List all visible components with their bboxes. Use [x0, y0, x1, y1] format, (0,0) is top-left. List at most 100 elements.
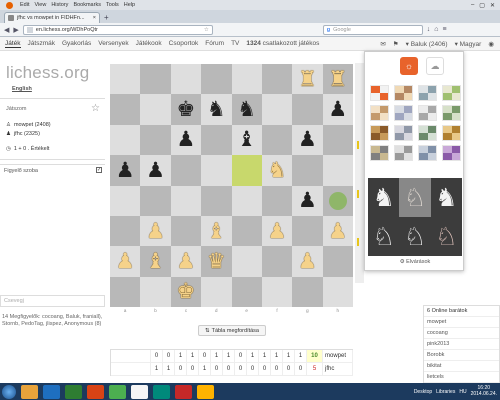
square-a3[interactable]	[110, 215, 141, 247]
board-color-swatch[interactable]	[442, 145, 461, 161]
menu-bookmarks[interactable]: Bookmarks	[73, 2, 101, 8]
black-knight-icon[interactable]: ♞	[207, 99, 226, 120]
square-g1[interactable]	[292, 276, 323, 307]
theme-eye-icon[interactable]: ◉	[488, 40, 494, 48]
square-d3[interactable]: ♝	[201, 215, 232, 247]
board-color-swatch[interactable]	[394, 105, 413, 121]
board-color-swatch[interactable]	[394, 125, 413, 141]
board-color-swatch[interactable]	[370, 85, 389, 101]
square-h7[interactable]: ♟	[322, 94, 353, 125]
board-color-swatch[interactable]	[418, 85, 437, 101]
square-d5[interactable]	[201, 155, 232, 186]
square-b2[interactable]: ♝	[140, 246, 171, 277]
chat-input[interactable]: Csevegj	[0, 295, 105, 307]
square-a5[interactable]: ♟	[110, 155, 141, 186]
menu-history[interactable]: History	[51, 2, 68, 8]
piece-set-option[interactable]: ♘	[368, 217, 399, 256]
square-c8[interactable]	[170, 64, 202, 95]
piece-set-option[interactable]: ♘	[431, 217, 462, 256]
square-b6[interactable]	[140, 124, 171, 156]
board-color-swatch[interactable]	[394, 145, 413, 161]
nav-teams[interactable]: Csoportok	[169, 40, 199, 47]
square-c6[interactable]: ♟	[170, 124, 202, 156]
square-f1[interactable]	[261, 276, 293, 307]
square-d7[interactable]: ♞	[201, 94, 232, 125]
chrome-icon[interactable]	[109, 384, 126, 399]
white-king-icon[interactable]: ♚	[177, 281, 196, 302]
download-icon[interactable]: ↓	[427, 26, 431, 33]
forward-icon[interactable]: ▶	[13, 26, 18, 34]
square-e3[interactable]	[231, 215, 262, 247]
black-king-icon[interactable]: ♚	[177, 99, 196, 120]
online-friend-item[interactable]: Borobk	[424, 350, 499, 361]
square-b1[interactable]	[140, 276, 171, 307]
minimize-icon[interactable]: –	[471, 2, 474, 9]
url-bar[interactable]: en.lichess.org/WDhPoQtr ☆	[22, 24, 213, 35]
online-friend-item[interactable]: lietcels	[424, 372, 499, 383]
firefox-taskbar-icon[interactable]	[87, 384, 104, 399]
square-e2[interactable]	[231, 246, 262, 277]
clock[interactable]: 16:20 2014.06.24.	[471, 385, 497, 397]
language-link[interactable]: English	[12, 86, 32, 92]
bookmark-star-icon[interactable]: ☆	[91, 103, 100, 114]
bookmark-star-icon[interactable]: ☆	[204, 27, 209, 33]
online-friend-item[interactable]: pink2013	[424, 339, 499, 350]
online-friend-item[interactable]: mowpet	[424, 317, 499, 328]
menu-tools[interactable]: Tools	[106, 2, 119, 8]
square-a7[interactable]	[110, 94, 141, 125]
black-player[interactable]: ♟ jfhc (2325)	[6, 131, 40, 137]
black-pawn-icon[interactable]: ♟	[298, 129, 317, 150]
square-e5[interactable]	[231, 155, 262, 186]
square-c2[interactable]: ♟	[170, 246, 202, 277]
ie-icon[interactable]	[43, 384, 60, 399]
nav-tv[interactable]: TV	[231, 40, 239, 47]
notification-icon[interactable]: ⚑	[393, 40, 399, 48]
square-a4[interactable]	[110, 185, 141, 216]
square-b8[interactable]	[140, 64, 171, 95]
score-player-name[interactable]: mowpet	[323, 350, 353, 363]
white-player[interactable]: ♙ mowpet (2408)	[6, 122, 51, 128]
square-a8[interactable]	[110, 64, 141, 95]
board-color-swatch[interactable]	[442, 85, 461, 101]
square-a1[interactable]	[110, 276, 141, 307]
nav-players[interactable]: Játékook	[136, 40, 162, 47]
square-g3[interactable]	[292, 215, 323, 247]
desktop-label[interactable]: Desktop	[414, 389, 432, 395]
square-h1[interactable]	[322, 276, 353, 307]
board-color-swatch[interactable]	[370, 105, 389, 121]
board-color-swatch[interactable]	[442, 105, 461, 121]
notepad-icon[interactable]	[131, 384, 148, 399]
online-friend-item[interactable]: cocoang	[424, 328, 499, 339]
menu-edit[interactable]: Edit	[20, 2, 29, 8]
black-knight-icon[interactable]: ♞	[237, 99, 256, 120]
white-pawn-icon[interactable]: ♟	[116, 250, 135, 272]
white-bishop-icon[interactable]: ♝	[146, 250, 165, 272]
square-h3[interactable]: ♟	[322, 215, 353, 247]
chess-board[interactable]: ♜ ♜ ♚ ♞ ♞ ♟ ♟ ♝ ♟ ♟ ♟ ♞ ♟ ♟ ♝ ♟ ♟ ♟ ♝ ♟ ♛ ♟ ♚	[110, 64, 353, 307]
square-c5[interactable]	[170, 155, 202, 186]
square-d4[interactable]	[201, 185, 232, 216]
chat-toggle-checkbox[interactable]: ✓	[96, 167, 102, 173]
square-f5[interactable]: ♞	[261, 155, 293, 186]
browser-tab[interactable]: jfhc vs mowpet in FIDHFn... ×	[4, 12, 100, 23]
board-color-swatch[interactable]	[370, 125, 389, 141]
square-f3[interactable]: ♟	[261, 215, 293, 247]
square-c7[interactable]: ♚	[170, 94, 202, 125]
square-c4[interactable]	[170, 185, 202, 216]
white-pawn-icon[interactable]: ♟	[177, 250, 196, 272]
explorer-icon[interactable]	[21, 384, 38, 399]
square-f6[interactable]	[261, 124, 293, 156]
libraries-label[interactable]: Libraries	[436, 389, 455, 395]
white-pawn-icon[interactable]: ♟	[298, 250, 317, 272]
square-g4[interactable]: ♟	[292, 185, 323, 216]
preferences-link[interactable]: ⚙ Elvárások	[365, 259, 465, 265]
square-c1[interactable]: ♚	[170, 276, 202, 307]
app-icon[interactable]	[153, 384, 170, 399]
white-rook-icon[interactable]: ♜	[298, 68, 317, 90]
board-color-swatch[interactable]	[370, 145, 389, 161]
square-b7[interactable]	[140, 94, 171, 125]
square-g2[interactable]: ♟	[292, 246, 323, 277]
square-a2[interactable]: ♟	[110, 246, 141, 277]
square-h2[interactable]	[322, 246, 353, 277]
square-e6[interactable]: ♝	[231, 124, 262, 156]
